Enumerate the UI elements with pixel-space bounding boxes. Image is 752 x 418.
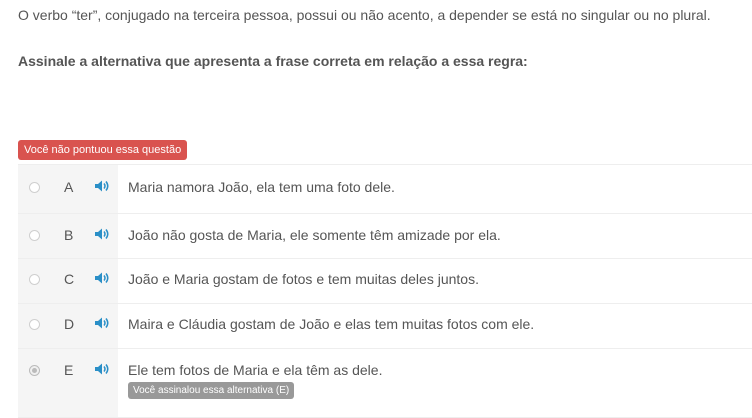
speaker-icon[interactable]	[94, 362, 110, 376]
option-c-letter: C	[64, 271, 75, 287]
option-b-radio[interactable]	[29, 230, 40, 241]
option-c[interactable]: C João e Maria gostam de fotos e tem mui…	[18, 258, 752, 303]
option-a-text[interactable]: Maria namora João, ela tem uma foto dele…	[128, 179, 395, 195]
option-b-letter: B	[64, 227, 74, 243]
option-b-text[interactable]: João não gosta de Maria, ele somente têm…	[128, 227, 501, 243]
option-a-radio[interactable]	[29, 182, 40, 193]
option-a[interactable]: A Maria namora João, ela tem uma foto de…	[18, 164, 752, 213]
option-b[interactable]: B João não gosta de Maria, ele somente t…	[18, 213, 752, 258]
result-badge: Você não pontuou essa questão	[18, 140, 188, 160]
speaker-icon[interactable]	[94, 316, 110, 330]
option-a-letter: A	[64, 179, 74, 195]
speaker-icon[interactable]	[94, 271, 110, 285]
option-d-radio[interactable]	[29, 319, 40, 330]
speaker-icon[interactable]	[94, 179, 110, 193]
option-d-text[interactable]: Maira e Cláudia gostam de João e elas te…	[128, 316, 534, 332]
option-d-letter: D	[64, 316, 75, 332]
option-c-text[interactable]: João e Maria gostam de fotos e tem muita…	[128, 271, 479, 287]
options-list: A Maria namora João, ela tem uma foto de…	[18, 164, 752, 418]
option-e[interactable]: E Ele tem fotos de Maria e ela têm as de…	[18, 348, 752, 418]
option-e-letter: E	[64, 362, 74, 378]
question-statement: O verbo “ter”, conjugado na terceira pes…	[18, 7, 711, 23]
speaker-icon[interactable]	[94, 227, 110, 241]
option-c-radio[interactable]	[29, 274, 40, 285]
selected-answer-badge: Você assinalou essa alternativa (E)	[128, 382, 295, 399]
question-prompt: Assinale a alternativa que apresenta a f…	[18, 53, 528, 69]
option-d[interactable]: D Maira e Cláudia gostam de João e elas …	[18, 303, 752, 348]
option-e-radio[interactable]	[29, 365, 40, 376]
option-e-text[interactable]: Ele tem fotos de Maria e ela têm as dele…	[128, 362, 382, 378]
